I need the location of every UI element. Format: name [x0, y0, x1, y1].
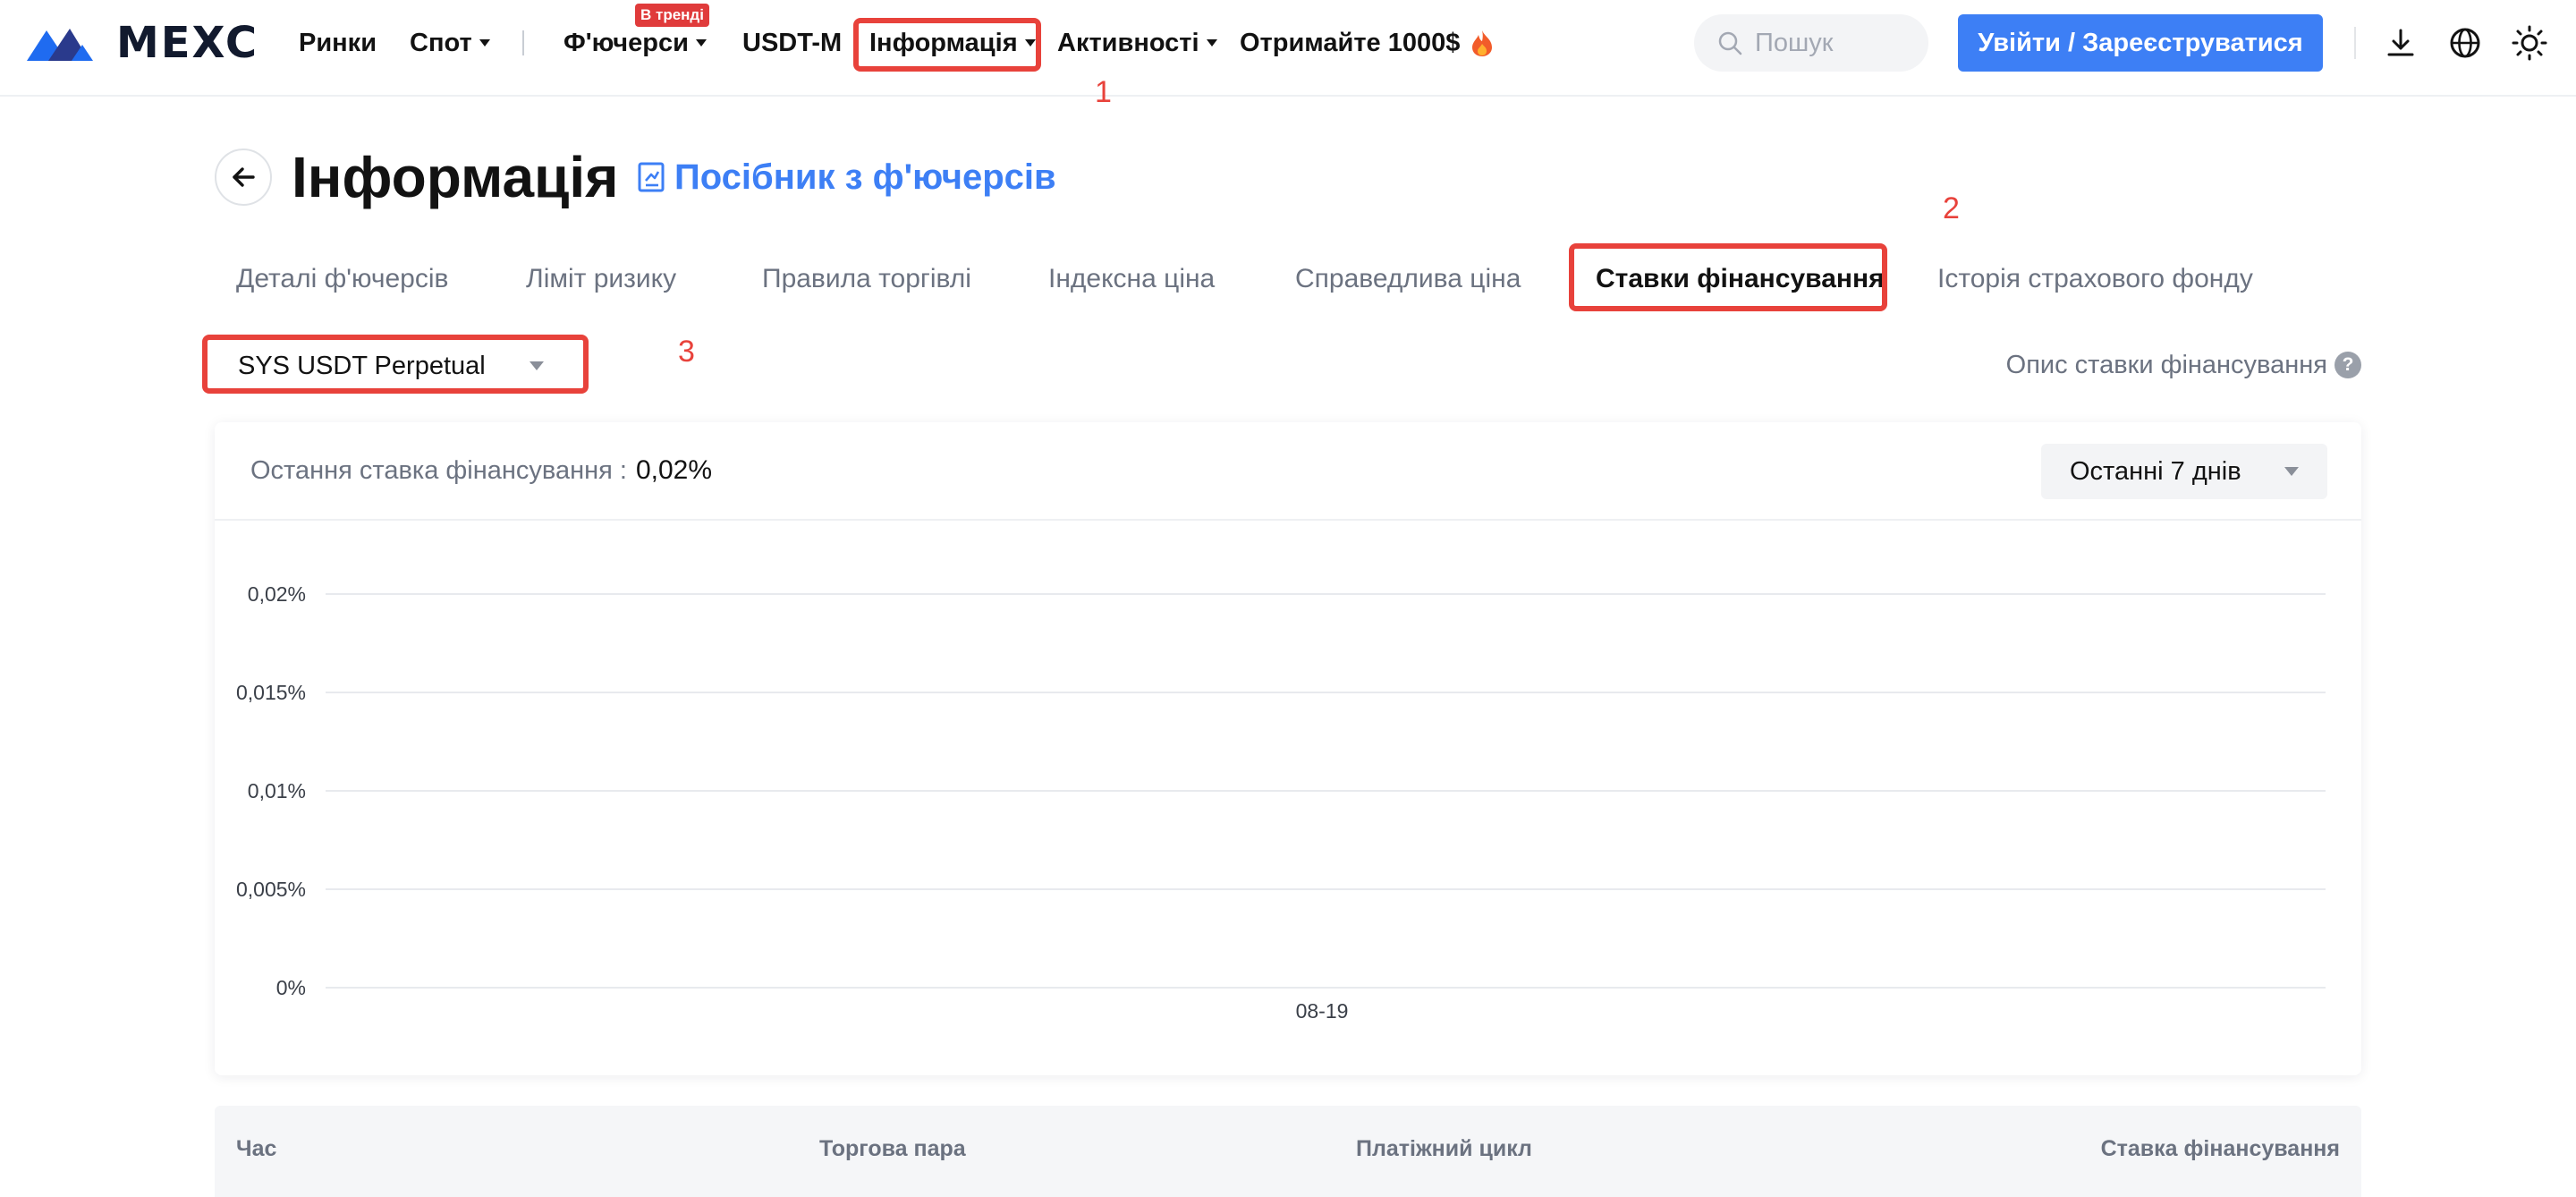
- last-rate-label: Остання ставка фінансування :: [250, 455, 627, 485]
- nav-futures[interactable]: Ф'ючерси: [564, 25, 707, 61]
- caret-down-icon: [2284, 467, 2299, 476]
- tab-trading-rules[interactable]: Правила торгівлі: [762, 261, 971, 297]
- nav-usdt-m[interactable]: USDT-M: [742, 25, 842, 61]
- caret-down-icon: [530, 361, 544, 370]
- sun-icon: [2512, 25, 2547, 61]
- nav-promo-label: Отримайте 1000$: [1240, 28, 1461, 57]
- download-icon: [2387, 29, 2414, 56]
- trending-badge: В тренді: [635, 4, 709, 27]
- globe-icon: [2450, 28, 2480, 58]
- last-funding-rate: Остання ставка фінансування : 0,02%: [250, 453, 712, 488]
- annotation-1: 1: [1095, 75, 1112, 109]
- top-nav: MEXC Ринки Спот Ф'ючерси В тренді USDT-M…: [0, 0, 2576, 97]
- nav-promo[interactable]: Отримайте 1000$: [1240, 25, 1496, 61]
- chevron-down-icon: [1024, 39, 1036, 47]
- column-header-rate: Ставка фінансування: [2100, 1136, 2340, 1161]
- last-rate-value: 0,02%: [635, 455, 713, 485]
- page-title: Інформація: [292, 145, 619, 209]
- funding-rate-card: Остання ставка фінансування : 0,02% Оста…: [215, 422, 2361, 1075]
- tab-risk-limit[interactable]: Ліміт ризику: [526, 261, 676, 297]
- search-input[interactable]: Пошук: [1694, 14, 1928, 72]
- nav-divider: [2354, 27, 2356, 59]
- login-register-button[interactable]: Увійти / Зареєструватися: [1958, 14, 2323, 72]
- nav-futures-label: Ф'ючерси: [564, 28, 689, 57]
- chevron-down-icon: [1206, 39, 1217, 47]
- nav-info-label: Інформація: [869, 28, 1018, 57]
- nav-divider: [522, 30, 524, 55]
- column-header-pair: Торгова пара: [819, 1136, 966, 1161]
- guide-book-icon: [638, 162, 665, 192]
- funding-description-label: Опис ставки фінансування: [2005, 350, 2327, 379]
- nav-spot-label: Спот: [410, 28, 472, 57]
- annotation-2: 2: [1943, 191, 1960, 225]
- arrow-left-icon: [233, 167, 255, 187]
- futures-guide-label: Посібник з ф'ючерсів: [674, 157, 1056, 197]
- tab-fair-price[interactable]: Справедлива ціна: [1295, 261, 1521, 297]
- funding-description-link[interactable]: Опис ставки фінансування ?: [2006, 347, 2361, 383]
- fire-icon: [1472, 30, 1493, 56]
- mexc-logo-icon: [27, 29, 93, 61]
- futures-guide-link[interactable]: Посібник з ф'ючерсів: [637, 156, 1056, 199]
- column-header-time: Час: [236, 1136, 277, 1161]
- nav-activities-label: Активності: [1057, 28, 1199, 57]
- contract-select-value: SYS USDT Perpetual: [238, 351, 486, 380]
- question-icon: ?: [2334, 352, 2361, 378]
- card-header: Остання ставка фінансування : 0,02% Оста…: [215, 422, 2361, 521]
- language-button[interactable]: [2445, 23, 2485, 63]
- search-icon: [1718, 31, 1742, 55]
- time-range-value: Останні 7 днів: [2070, 456, 2241, 486]
- download-button[interactable]: [2381, 23, 2420, 63]
- nav-markets[interactable]: Ринки: [299, 25, 377, 61]
- tab-futures-details[interactable]: Деталі ф'ючерсів: [236, 261, 448, 297]
- funding-table-header: Час Торгова пара Платіжний цикл Ставка ф…: [215, 1106, 2361, 1197]
- tab-funding-rates[interactable]: Ставки фінансування: [1596, 261, 1885, 297]
- logo-text: MEXC: [116, 18, 259, 68]
- search-placeholder: Пошук: [1755, 28, 1834, 57]
- annotation-3: 3: [678, 335, 695, 369]
- nav-info[interactable]: Інформація: [869, 25, 1036, 61]
- theme-toggle-button[interactable]: [2510, 23, 2549, 63]
- mexc-logo[interactable]: MEXC: [27, 18, 258, 68]
- contract-select[interactable]: SYS USDT Perpetual: [211, 344, 581, 388]
- nav-spot[interactable]: Спот: [410, 25, 490, 61]
- tab-index-price[interactable]: Індексна ціна: [1048, 261, 1215, 297]
- nav-activities[interactable]: Активності: [1057, 25, 1217, 61]
- chevron-down-icon: [695, 39, 707, 47]
- tab-insurance-fund-history[interactable]: Історія страхового фонду: [1937, 261, 2253, 297]
- back-button[interactable]: [215, 149, 272, 206]
- chevron-down-icon: [479, 39, 490, 47]
- column-header-cycle: Платіжний цикл: [1356, 1136, 1532, 1161]
